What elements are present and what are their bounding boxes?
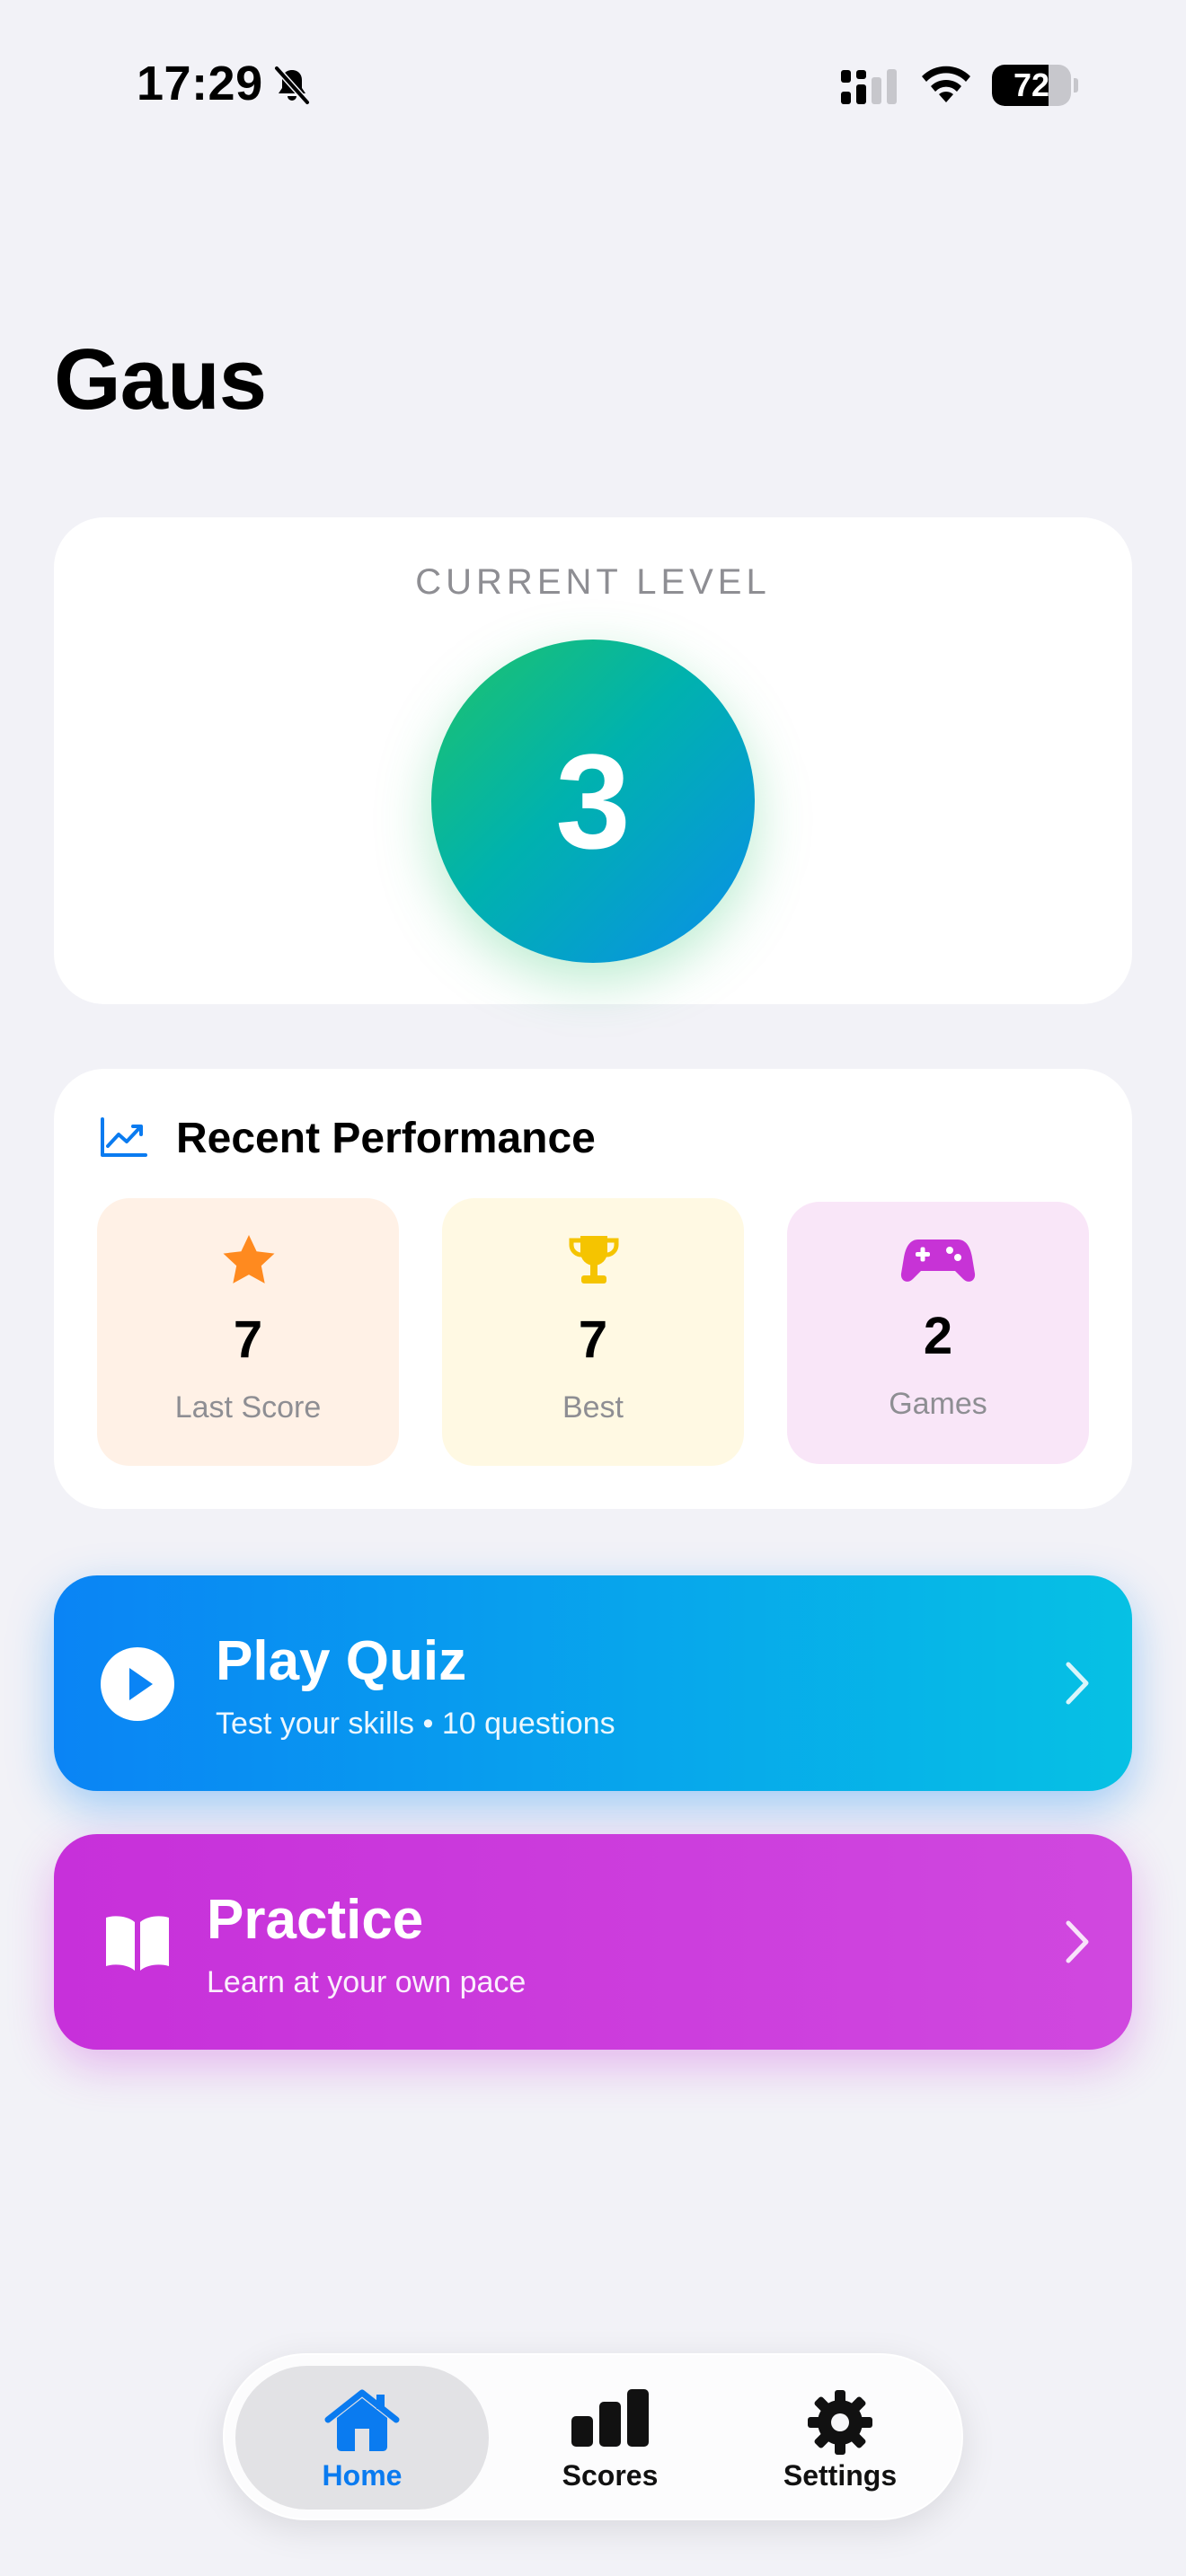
stat-games: 2 Games	[787, 1202, 1089, 1464]
play-quiz-subtitle: Test your skills • 10 questions	[216, 1707, 615, 1741]
house-icon	[324, 2389, 400, 2451]
practice-subtitle: Learn at your own pace	[207, 1965, 527, 1999]
chevron-right-icon	[1066, 1662, 1089, 1705]
stat-value: 7	[578, 1310, 608, 1369]
battery-indicator: 72	[992, 65, 1078, 106]
home-screen: 17:29 72 Gaus CURRENT LEVEL 3 Recent Per…	[0, 0, 1186, 2576]
practice-button[interactable]: Practice Learn at your own pace	[54, 1834, 1132, 2050]
level-number: 3	[555, 725, 631, 877]
gear-icon	[808, 2390, 872, 2455]
recent-performance-title: Recent Performance	[176, 1115, 596, 1162]
stat-value: 2	[923, 1307, 953, 1365]
tab-bar: Home Scores Settings	[223, 2353, 963, 2520]
recent-performance-card: Recent Performance 7 Last Score 7 Best 2…	[54, 1069, 1132, 1509]
tab-label: Home	[322, 2459, 403, 2492]
chevron-right-icon	[1066, 1920, 1089, 1963]
tab-settings[interactable]: Settings	[728, 2366, 952, 2510]
stat-last-score: 7 Last Score	[97, 1198, 399, 1466]
practice-title: Practice	[207, 1889, 424, 1951]
bar-chart-icon	[571, 2389, 649, 2447]
trophy-icon	[569, 1236, 619, 1284]
book-icon	[106, 1916, 169, 1971]
play-quiz-title: Play Quiz	[216, 1630, 467, 1692]
tab-label: Scores	[562, 2459, 659, 2492]
star-icon	[223, 1235, 275, 1284]
bell-slash-icon	[273, 65, 311, 106]
stat-label: Best	[562, 1390, 624, 1425]
stat-best: 7 Best	[442, 1198, 744, 1466]
gamepad-icon	[900, 1239, 976, 1282]
status-time: 17:29	[137, 57, 263, 110]
current-level-label: CURRENT LEVEL	[415, 562, 771, 602]
trend-chart-icon	[101, 1117, 147, 1157]
cellular-signal-icon	[841, 69, 897, 104]
stat-value: 7	[233, 1310, 263, 1369]
wifi-icon	[922, 66, 970, 102]
current-level-card: CURRENT LEVEL 3	[54, 517, 1132, 1004]
stat-label: Last Score	[174, 1390, 322, 1425]
battery-level: 72	[1013, 66, 1050, 103]
level-badge: 3	[431, 640, 755, 963]
tab-label: Settings	[783, 2459, 898, 2492]
tab-home[interactable]: Home	[235, 2366, 489, 2510]
tab-scores[interactable]: Scores	[509, 2366, 712, 2510]
play-quiz-button[interactable]: Play Quiz Test your skills • 10 question…	[54, 1575, 1132, 1791]
stat-label: Games	[889, 1387, 987, 1421]
play-icon	[101, 1647, 174, 1721]
page-title: Gaus	[54, 331, 267, 428]
